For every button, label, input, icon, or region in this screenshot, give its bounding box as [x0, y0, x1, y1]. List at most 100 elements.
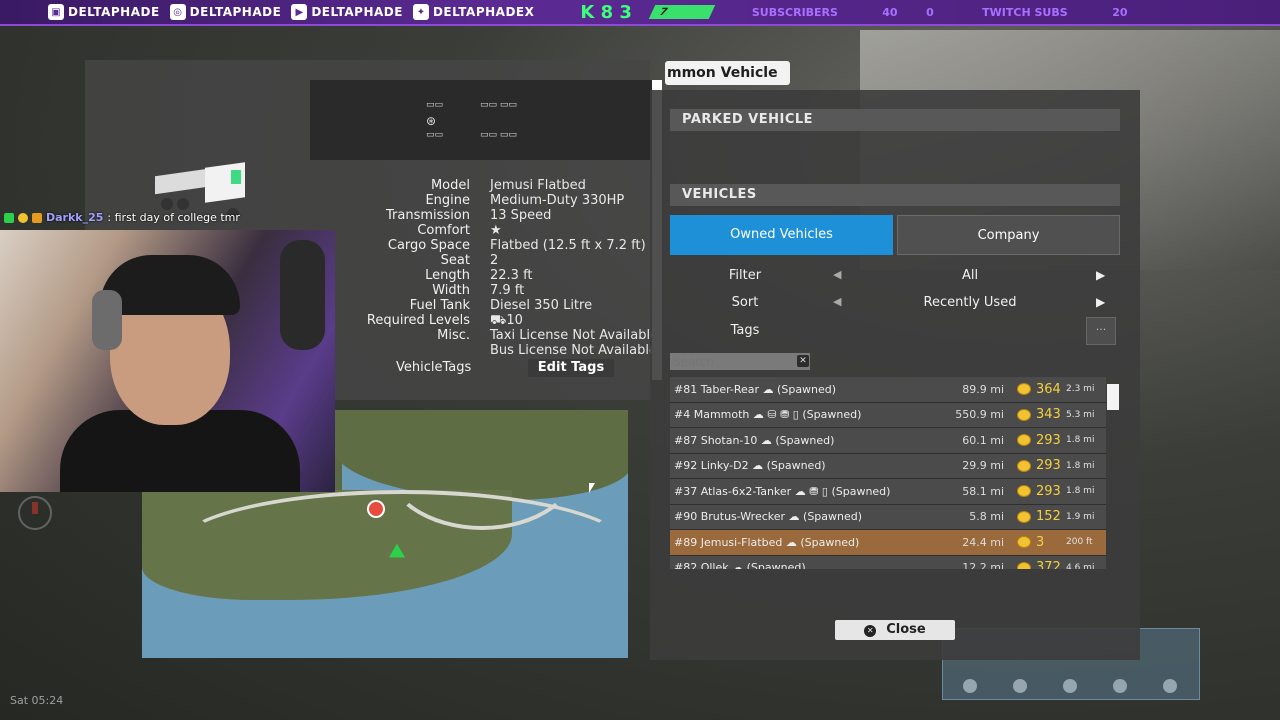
mouse-cursor-icon [589, 483, 595, 493]
vehicle-sub-distance: 1.8 mi [1066, 435, 1095, 446]
sort-prev-arrow-icon[interactable]: ◀ [833, 295, 841, 308]
vehicle-name: #87 Shotan-10 ☁ (Spawned) [674, 433, 835, 447]
stat-label-twitch-subs: TWITCH SUBS [982, 5, 1068, 19]
vehicle-list-panel [650, 90, 1140, 660]
coin-icon [1017, 536, 1031, 549]
vehicle-distance: 5.8 mi [969, 510, 1004, 524]
compass-icon [18, 496, 52, 530]
chat-badge-icon [18, 212, 28, 223]
search-input[interactable] [670, 353, 810, 370]
parked-vehicle-header: PARKED VEHICLE [670, 109, 1120, 131]
coin-icon [1017, 434, 1031, 447]
twitch-icon: ▣ [48, 4, 64, 20]
vehicle-row[interactable]: #89 Jemusi-Flatbed ☁ (Spawned) 24.4 mi 3 20… [670, 530, 1106, 556]
stream-overlay-bar: ▣ DELTAPHADE ◎ DELTAPHADE ▶ DELTAPHADE ✦ DELTAP… [0, 0, 1280, 26]
steering-icon: ⊛ [426, 114, 437, 128]
social-handle: DELTAPHADE [311, 5, 403, 19]
sort-value: Recently Used [923, 295, 1017, 310]
filter-value: All [961, 268, 979, 283]
close-button[interactable]: ✕ Close [835, 620, 955, 640]
coin-icon [1017, 408, 1031, 421]
twitter-icon: ✦ [412, 4, 429, 20]
stream-stats: 7 SUBSCRIBERS 40 0 TWITCH SUBS 20 [648, 5, 1140, 19]
chat-message: Darkk_25 : first day of college tmr [4, 211, 240, 224]
clear-search-icon[interactable]: ✕ [797, 355, 809, 367]
vehicle-cost: 3 [1036, 534, 1045, 550]
spec-value: 7.9 ft [490, 283, 525, 298]
emote-counter: K 8 3 [580, 1, 632, 23]
coin-icon [1017, 561, 1031, 569]
vehicle-distance: 29.9 mi [962, 459, 1004, 473]
vehicle-spec-table: Model Jemusi Flatbed Engine Medium-Duty 330… [335, 178, 660, 358]
vehicle-row[interactable]: #4 Mammoth ☁ ⛁ ⛃ ▯ (Spawned) 550.9 mi 343 5… [670, 402, 1106, 428]
vehicle-cost: 372 [1036, 560, 1061, 569]
spec-key: Cargo Space [387, 238, 470, 253]
vehicle-row[interactable]: #37 Atlas-6x2-Tanker ☁ ⛃ ▯ (Spawned) 58.1… [670, 479, 1106, 505]
coin-icon [1017, 459, 1031, 472]
tab-owned-vehicles[interactable]: Owned Vehicles [670, 215, 893, 255]
social-handle: DELTAPHADE [189, 5, 282, 19]
chat-text: : first day of college tmr [107, 211, 240, 224]
vehicle-name: #82 Ollek ☁ (Spawned) [674, 561, 806, 569]
spec-value: Taxi License Not Available [490, 328, 659, 343]
tab-company[interactable]: Company [897, 215, 1120, 255]
vehicle-distance: 58.1 mi [962, 484, 1004, 498]
coin-icon [1017, 485, 1031, 498]
sort-next-arrow-icon[interactable]: ▶ [1096, 295, 1105, 309]
social-handles: ▣ DELTAPHADE ◎ DELTAPHADE ▶ DELTAPHADE ✦ DELTAP… [0, 4, 540, 20]
spec-key: Fuel Tank [409, 298, 470, 313]
vehicle-sub-distance: 5.3 mi [1066, 409, 1095, 420]
hotbar-slot-icon [1063, 679, 1077, 693]
youtube-icon: ▶ [291, 4, 308, 20]
vehicle-name: #37 Atlas-6x2-Tanker ☁ ⛃ ▯ (Spawned) [674, 484, 891, 498]
vehicle-cost: 364 [1036, 381, 1061, 397]
spec-key [335, 343, 470, 358]
vehicle-row[interactable]: #90 Brutus-Wrecker ☁ (Spawned) 5.8 mi 152 1… [670, 504, 1106, 530]
spec-value: Flatbed (12.5 ft x 7.2 ft) [490, 238, 646, 253]
vehicle-sub-distance: 200 ft [1066, 537, 1093, 548]
spec-row: Transmission 13 Speed [335, 208, 660, 223]
social-handle: DELTAPHADE [68, 5, 160, 19]
vehicle-distance: 60.1 mi [962, 433, 1004, 447]
chat-badge-icon [32, 212, 42, 223]
spec-value: Bus License Not Available [490, 343, 657, 358]
sort-label: Sort [731, 295, 759, 310]
filter-next-arrow-icon[interactable]: ▶ [1096, 268, 1105, 282]
spec-row: Engine Medium-Duty 330HP [335, 193, 660, 208]
spec-key: Transmission [386, 208, 470, 223]
location-pin-icon[interactable] [367, 500, 385, 518]
vehicle-distance: 24.4 mi [962, 535, 1004, 549]
vehicle-tags-label: VehicleTags [396, 360, 472, 375]
spec-key: Engine [425, 193, 470, 208]
webcam-feed [0, 230, 335, 492]
game-time: Sat 05:24 [10, 694, 64, 707]
tags-label: Tags [730, 323, 760, 338]
spec-key: Width [432, 283, 470, 298]
filter-prev-arrow-icon[interactable]: ◀ [833, 268, 841, 281]
tags-more-button[interactable]: ··· [1086, 317, 1116, 345]
vehicle-row[interactable]: #81 Taber-Rear ☁ (Spawned) 89.9 mi 364 2.3 … [670, 377, 1106, 403]
vehicle-sub-distance: 2.3 mi [1066, 384, 1095, 395]
edit-tags-button[interactable]: Edit Tags [528, 359, 614, 377]
spec-row: Required Levels ⛟10 [335, 313, 660, 328]
vehicle-sub-distance: 1.8 mi [1066, 460, 1095, 471]
spec-key: Model [430, 178, 470, 193]
chat-badge-icon [4, 212, 14, 223]
vehicle-sub-distance: 4.6 mi [1066, 562, 1095, 569]
vehicle-preview-box: ▭▭ ⊛ ▭▭ ▭▭ ▭▭ ▭▭ ▭▭ [310, 80, 652, 160]
truck-wheel [177, 198, 189, 210]
vehicle-list[interactable]: #81 Taber-Rear ☁ (Spawned) 89.9 mi 364 2.3 … [670, 377, 1106, 569]
spec-row: Bus License Not Available [335, 343, 660, 358]
list-scrollbar[interactable] [1107, 384, 1119, 410]
vehicle-row[interactable]: #82 Ollek ☁ (Spawned) 12.2 mi 372 4.6 mi [670, 555, 1106, 569]
vehicle-distance: 550.9 mi [955, 408, 1004, 422]
stat-label-zero: 0 [926, 5, 934, 19]
spec-value: Diesel 350 Litre [490, 298, 593, 313]
vehicle-row[interactable]: #92 Linky-D2 ☁ (Spawned) 29.9 mi 293 1.8 mi [670, 453, 1106, 479]
spec-value: 13 Speed [490, 208, 552, 223]
vehicle-row[interactable]: #87 Shotan-10 ☁ (Spawned) 60.1 mi 293 1.8 m… [670, 428, 1106, 454]
filter-row: Filter ◀ All ▶ [670, 268, 1120, 290]
vehicle-distance: 12.2 mi [962, 561, 1004, 569]
spec-value: 2 [490, 253, 499, 268]
spec-key: Misc. [437, 328, 470, 343]
